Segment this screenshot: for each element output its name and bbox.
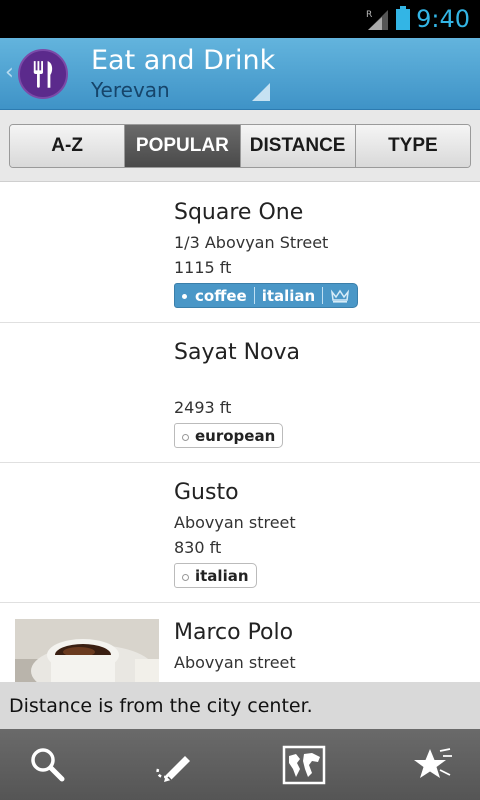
page-title: Eat and Drink: [91, 45, 276, 76]
bottom-toolbar: [0, 729, 480, 800]
place-distance: 830 ft: [174, 538, 222, 557]
tag-divider: [253, 287, 255, 304]
tag-text: italian: [195, 566, 249, 585]
place-name: Marco Polo: [174, 620, 294, 645]
action-bar: ‹ Eat and Drink Yerevan: [0, 38, 480, 110]
places-list: Square One 1/3 Abovyan Street 1115 ft co…: [0, 183, 480, 743]
list-item[interactable]: Gusto Abovyan street 830 ft italian: [0, 463, 480, 603]
place-name: Gusto: [174, 480, 239, 505]
city-selector[interactable]: Yerevan: [91, 78, 170, 102]
battery-icon: [396, 6, 410, 30]
tab-a-z[interactable]: A-Z: [10, 125, 126, 167]
status-bar: R 9:40: [0, 0, 480, 38]
tag-divider: [322, 287, 324, 304]
back-chevron-icon[interactable]: ‹: [5, 60, 14, 85]
fork-knife-icon[interactable]: [18, 49, 68, 99]
tag-label: coffee italian: [174, 283, 359, 308]
tag-text: european: [195, 426, 276, 445]
sort-tabs: A-Z POPULAR DISTANCE TYPE: [9, 124, 471, 168]
tab-type[interactable]: TYPE: [355, 125, 470, 167]
tab-distance[interactable]: DISTANCE: [240, 125, 356, 167]
signal-icon: R: [366, 10, 388, 30]
tab-popular[interactable]: POPULAR: [125, 125, 241, 167]
place-name: Sayat Nova: [174, 340, 300, 365]
list-item[interactable]: Sayat Nova 2493 ft european: [0, 323, 480, 463]
place-distance: 1115 ft: [174, 258, 232, 277]
favorites-star-icon[interactable]: [410, 743, 454, 787]
tag-label: european: [174, 423, 284, 448]
roaming-indicator: R: [366, 10, 372, 20]
place-name: Square One: [174, 200, 304, 225]
crown-icon: [331, 288, 350, 303]
dropdown-corner-icon[interactable]: [252, 83, 270, 101]
place-distance: 2493 ft: [174, 398, 232, 417]
tag-text: coffee: [195, 286, 247, 305]
search-icon[interactable]: [26, 743, 70, 787]
tag-label: italian: [174, 563, 257, 588]
toast-message: Distance is from the city center.: [0, 682, 480, 729]
clock: 9:40: [416, 5, 470, 33]
world-map-icon[interactable]: [282, 743, 326, 787]
place-address: Abovyan street: [174, 653, 296, 672]
pen-trail-icon[interactable]: [152, 743, 196, 787]
sort-tabs-bar: A-Z POPULAR DISTANCE TYPE: [0, 110, 480, 182]
tag-text: italian: [261, 286, 316, 305]
list-item[interactable]: Square One 1/3 Abovyan Street 1115 ft co…: [0, 183, 480, 323]
place-address: 1/3 Abovyan Street: [174, 233, 329, 252]
place-address: Abovyan street: [174, 513, 296, 532]
